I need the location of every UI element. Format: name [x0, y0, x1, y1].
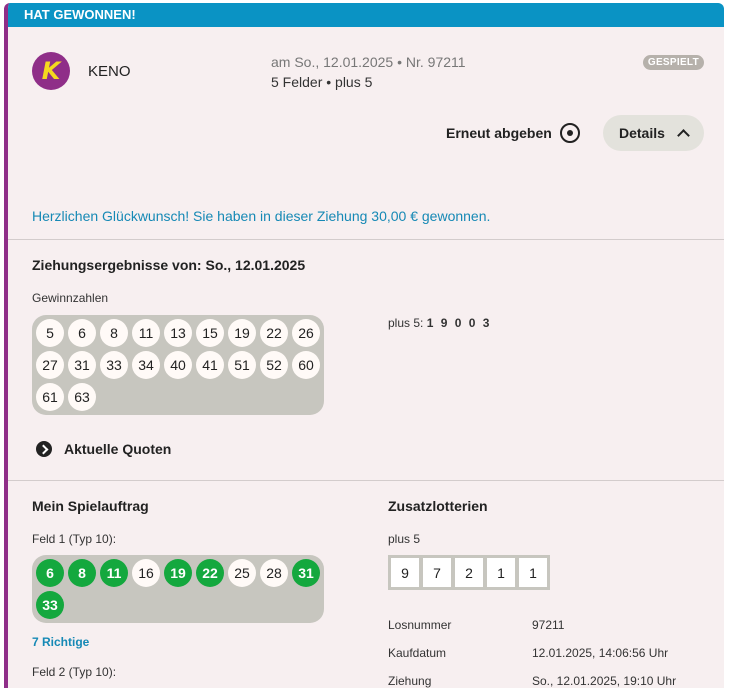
field1-number-hit: 6 — [36, 559, 64, 587]
ticket-number-label: Losnummer — [388, 618, 452, 632]
plus5-draw-result: plus 5: 1 9 0 0 3 — [388, 316, 491, 330]
plus5-digit: 1 — [519, 558, 547, 587]
congrats-message: Herzlichen Glückwunsch! Sie haben in die… — [32, 208, 491, 224]
field1-number-hit: 11 — [100, 559, 128, 587]
winning-number-ball: 60 — [292, 351, 320, 379]
plus5-digit: 7 — [423, 558, 451, 587]
plus5-draw-label: plus 5: — [388, 316, 424, 330]
field1-number-hit: 19 — [164, 559, 192, 587]
divider — [8, 480, 724, 481]
winning-number-ball: 22 — [260, 319, 288, 347]
field1-number-hit: 22 — [196, 559, 224, 587]
field2-label: Feld 2 (Typ 10): — [32, 665, 117, 679]
results-title: Ziehungsergebnisse von: So., 12.01.2025 — [32, 257, 306, 273]
winning-number-ball: 61 — [36, 383, 64, 411]
field1-number: 25 — [228, 559, 256, 587]
ticket-card: HAT GEWONNEN! K KENO am So., 12.01.2025 … — [4, 3, 724, 688]
draw-fields: 5 Felder • plus 5 — [271, 74, 373, 90]
plus5-digit: 9 — [391, 558, 419, 587]
winning-number-ball: 15 — [196, 319, 224, 347]
field1-number-hit: 8 — [68, 559, 96, 587]
winning-number-ball: 19 — [228, 319, 256, 347]
field1-label: Feld 1 (Typ 10): — [32, 532, 117, 546]
winning-number-ball: 34 — [132, 351, 160, 379]
winning-number-ball: 27 — [36, 351, 64, 379]
field1-numbers: 6 8 11 16 19 22 25 28 31 33 — [32, 555, 324, 623]
draw-date-label: Ziehung — [388, 674, 432, 688]
current-quotes-label: Aktuelle Quoten — [64, 441, 172, 457]
field1-hits[interactable]: 7 Richtige — [32, 635, 89, 649]
draw-info: am So., 12.01.2025 • Nr. 97211 — [271, 54, 466, 70]
purchase-date: 12.01.2025, 14:06:56 Uhr — [532, 646, 669, 660]
extras-title: Zusatzlotterien — [388, 498, 488, 514]
current-quotes-link[interactable]: Aktuelle Quoten — [36, 441, 171, 457]
field1-number-hit: 33 — [36, 591, 64, 619]
purchase-date-label: Kaufdatum — [388, 646, 447, 660]
keno-logo-letter: K — [41, 57, 61, 85]
field1-number: 16 — [132, 559, 160, 587]
chevron-up-icon — [677, 129, 690, 142]
winning-number-ball: 31 — [68, 351, 96, 379]
winning-number-ball: 51 — [228, 351, 256, 379]
winning-number-ball: 52 — [260, 351, 288, 379]
resubmit-label: Erneut abgeben — [446, 125, 552, 141]
resubmit-button[interactable]: Erneut abgeben — [446, 123, 580, 143]
replay-icon — [559, 123, 580, 143]
field1-number: 28 — [260, 559, 288, 587]
ticket-title: Mein Spielauftrag — [32, 498, 149, 514]
winning-number-ball: 5 — [36, 319, 64, 347]
draw-date: So., 12.01.2025, 19:10 Uhr — [532, 674, 677, 688]
winning-number-ball: 63 — [68, 383, 96, 411]
winning-number-ball: 26 — [292, 319, 320, 347]
plus5-draw-value: 1 9 0 0 3 — [426, 316, 492, 330]
plus5-digit: 1 — [487, 558, 515, 587]
divider — [8, 239, 724, 240]
winning-number-ball: 33 — [100, 351, 128, 379]
winning-numbers: 5 6 8 11 13 15 19 22 26 27 31 33 34 40 41 51 52 60 61 63 — [32, 315, 324, 415]
plus5-digits: 97211 — [388, 555, 550, 590]
game-name: KENO — [88, 63, 131, 80]
winning-number-ball: 11 — [132, 319, 160, 347]
details-button[interactable]: Details — [603, 115, 704, 151]
field1-number-hit: 31 — [292, 559, 320, 587]
winning-number-ball: 8 — [100, 319, 128, 347]
ticket-number: 97211 — [532, 618, 565, 632]
winning-number-ball: 40 — [164, 351, 192, 379]
winning-number-ball: 6 — [68, 319, 96, 347]
arrow-right-circle-icon — [36, 441, 52, 457]
winning-numbers-label: Gewinnzahlen — [32, 291, 109, 305]
keno-logo: K — [32, 52, 70, 90]
winning-number-ball: 13 — [164, 319, 192, 347]
win-banner: HAT GEWONNEN! — [8, 3, 724, 27]
details-label: Details — [619, 125, 665, 141]
status-badge: GESPIELT — [642, 55, 704, 70]
plus5-digit: 2 — [455, 558, 483, 587]
winning-number-ball: 41 — [196, 351, 224, 379]
plus5-label: plus 5 — [388, 532, 421, 546]
